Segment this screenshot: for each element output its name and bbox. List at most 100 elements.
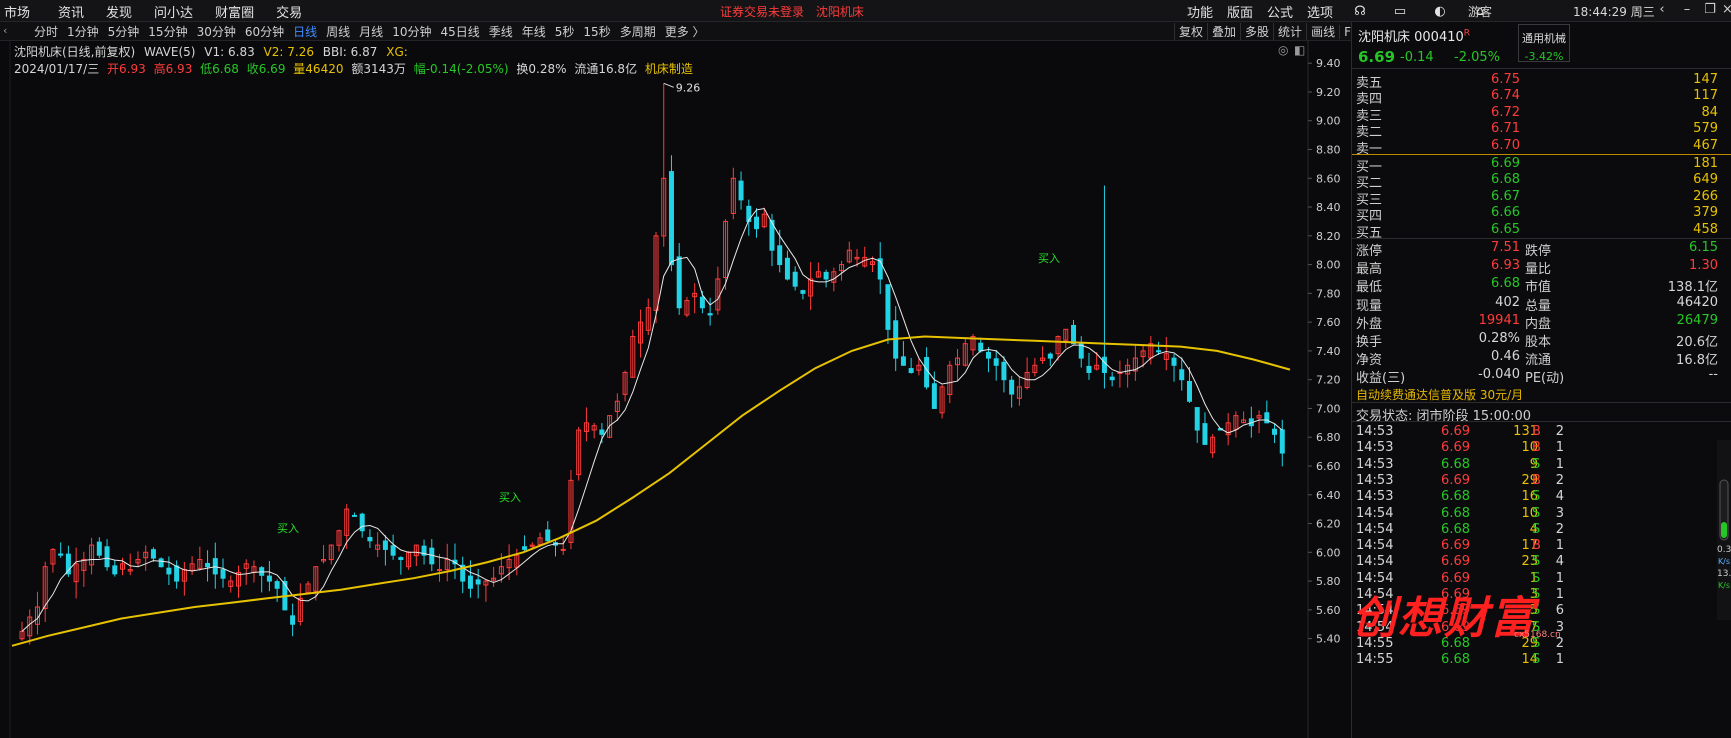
menu-market[interactable]: 市场 bbox=[4, 2, 30, 21]
stat-label: 收益(三) bbox=[1356, 371, 1406, 387]
tick-volume: 4 bbox=[1529, 521, 1538, 537]
tool-button[interactable]: 统计 bbox=[1273, 23, 1306, 40]
tick-volume: 1 bbox=[1529, 570, 1538, 586]
period-tab[interactable]: 日线 bbox=[293, 23, 317, 40]
period-tab[interactable]: 更多 〉 bbox=[665, 23, 705, 40]
period-tab[interactable]: 季线 bbox=[489, 23, 513, 40]
ask-row[interactable]: 卖五 6.75 147 bbox=[1352, 72, 1731, 91]
stat-label: 换手 bbox=[1356, 335, 1383, 350]
tool-button[interactable]: 多股 bbox=[1240, 23, 1273, 40]
menu-wealth-circle[interactable]: 财富圈 bbox=[215, 2, 254, 21]
candle-body bbox=[351, 514, 357, 517]
restore-icon[interactable]: ❐ bbox=[1700, 2, 1720, 20]
r-mark: R bbox=[1463, 28, 1471, 39]
tick-count: 3 bbox=[1555, 505, 1564, 521]
bid-volume: 266 bbox=[1693, 188, 1718, 204]
stock-name-code[interactable]: 沈阳机床 000410R bbox=[1358, 26, 1470, 45]
candle-body bbox=[738, 180, 744, 201]
stat-value: 7.51 bbox=[1491, 240, 1520, 255]
period-tab[interactable]: 5分钟 bbox=[108, 23, 140, 40]
industry-name: 通用机械 bbox=[1522, 32, 1566, 45]
bid-row[interactable]: 买三 6.67 266 bbox=[1352, 188, 1731, 208]
panel-toggle-icon[interactable]: ‹ bbox=[3, 24, 7, 37]
period-tab[interactable]: 年线 bbox=[522, 23, 546, 40]
menu-discover[interactable]: 发现 bbox=[106, 2, 132, 21]
period-tab[interactable]: 分时 bbox=[34, 23, 58, 40]
candle-body bbox=[1047, 353, 1053, 359]
tick-price: 6.69 bbox=[1441, 472, 1470, 488]
clock: 18:44:29 周三 bbox=[1573, 5, 1655, 19]
candle-body bbox=[1071, 324, 1077, 345]
tick-time: 14:54 bbox=[1356, 587, 1394, 602]
back-icon[interactable]: ‹ bbox=[1652, 2, 1672, 20]
bid-row[interactable]: 买二 6.68 649 bbox=[1352, 172, 1731, 191]
ask-row[interactable]: 卖二 6.71 579 bbox=[1352, 121, 1731, 140]
orderbook-divider bbox=[1352, 154, 1731, 155]
menu-functions[interactable]: 功能 bbox=[1187, 2, 1213, 21]
period-tab[interactable]: 60分钟 bbox=[245, 23, 284, 40]
login-status[interactable]: 证券交易未登录 bbox=[720, 5, 804, 19]
menu-options[interactable]: 选项 bbox=[1307, 2, 1333, 21]
tick-side: S bbox=[1532, 587, 1541, 602]
industry-box[interactable]: 通用机械 -3.42% bbox=[1518, 24, 1570, 63]
ask-row[interactable]: 卖四 6.74 117 bbox=[1352, 88, 1731, 107]
y-tick-label: 9.40 bbox=[1316, 57, 1341, 70]
stats-row: 收益(三) -0.040 PE(动) -- bbox=[1352, 367, 1731, 387]
chart-settings-icon[interactable]: ◎ bbox=[1278, 43, 1288, 57]
period-tab[interactable]: 1分钟 bbox=[67, 23, 99, 40]
ask-price: 6.74 bbox=[1491, 88, 1520, 104]
minimize-icon[interactable]: – bbox=[1677, 2, 1697, 20]
period-tab[interactable]: 15分钟 bbox=[148, 23, 187, 40]
tick-count: 3 bbox=[1555, 619, 1564, 635]
tick-price: 6.68 bbox=[1441, 456, 1470, 472]
tick-count: 1 bbox=[1555, 570, 1564, 586]
tool-button[interactable]: 画线 bbox=[1306, 23, 1339, 40]
bid-price: 6.69 bbox=[1491, 156, 1520, 171]
candle-body bbox=[220, 569, 226, 579]
menu-formula[interactable]: 公式 bbox=[1267, 2, 1293, 21]
period-tab[interactable]: 多周期 bbox=[620, 23, 656, 40]
menu-trade[interactable]: 交易 bbox=[276, 2, 302, 21]
stock-name-code-text: 沈阳机床 000410 bbox=[1358, 30, 1464, 45]
candle-body bbox=[754, 216, 760, 230]
ask-row[interactable]: 卖一 6.70 467 bbox=[1352, 138, 1731, 157]
menu-news[interactable]: 资讯 bbox=[58, 2, 84, 21]
candle-body bbox=[746, 205, 752, 222]
menu-layout[interactable]: 版面 bbox=[1227, 2, 1253, 21]
ad-banner[interactable]: 自动续费通达信普及版 30元/月 bbox=[1356, 386, 1523, 403]
kline-svg[interactable]: 9.40 9.20 9.00 8.80 8.60 8.40 8.20 8.00 7.80 7.60… bbox=[0, 41, 1351, 738]
ask-row[interactable]: 卖三 6.72 84 bbox=[1352, 105, 1731, 124]
tick-side: S bbox=[1532, 619, 1541, 635]
bid-row[interactable]: 买四 6.66 379 bbox=[1352, 205, 1731, 224]
period-tab[interactable]: 45日线 bbox=[440, 23, 479, 40]
y-tick-label: 6.80 bbox=[1316, 431, 1341, 444]
candle-body bbox=[382, 540, 388, 550]
close-icon[interactable]: × bbox=[1722, 2, 1731, 20]
tick-count: 2 bbox=[1555, 472, 1564, 488]
tick-count: 1 bbox=[1555, 652, 1564, 668]
guest-user[interactable]: 游客 bbox=[1468, 3, 1492, 20]
candle-body bbox=[150, 549, 156, 559]
bid-row[interactable]: 买五 6.65 458 bbox=[1352, 222, 1731, 241]
period-tab[interactable]: 30分钟 bbox=[197, 23, 236, 40]
skin-icon[interactable]: ◐ bbox=[1427, 4, 1453, 19]
headset-icon[interactable]: ☊ bbox=[1347, 4, 1373, 19]
bar-float: 流通16.8亿 bbox=[574, 62, 638, 76]
tick-side: B bbox=[1532, 472, 1541, 488]
candle-body bbox=[560, 548, 566, 551]
bar-sector[interactable]: 机床制造 bbox=[645, 62, 693, 76]
chart-maximize-icon[interactable]: ◧ bbox=[1294, 43, 1305, 57]
period-tab[interactable]: 10分钟 bbox=[392, 23, 431, 40]
tool-button[interactable]: 叠加 bbox=[1207, 23, 1240, 40]
period-tab[interactable]: 周线 bbox=[326, 23, 350, 40]
bid-row[interactable]: 买一 6.69 181 bbox=[1352, 156, 1731, 175]
period-tab[interactable]: 月线 bbox=[359, 23, 383, 40]
period-tab[interactable]: 15秒 bbox=[583, 23, 610, 40]
tool-button[interactable]: 复权 bbox=[1174, 23, 1207, 40]
y-tick-label: 5.60 bbox=[1316, 604, 1341, 617]
period-tab[interactable]: 5秒 bbox=[555, 23, 575, 40]
kline-chart[interactable]: 9.40 9.20 9.00 8.80 8.60 8.40 8.20 8.00 7.80 7.60… bbox=[0, 41, 1351, 738]
menu-ask[interactable]: 问小达 bbox=[154, 2, 193, 21]
message-icon[interactable]: ▭ bbox=[1387, 4, 1413, 19]
indicator-name[interactable]: WAVE(5) bbox=[144, 45, 195, 59]
